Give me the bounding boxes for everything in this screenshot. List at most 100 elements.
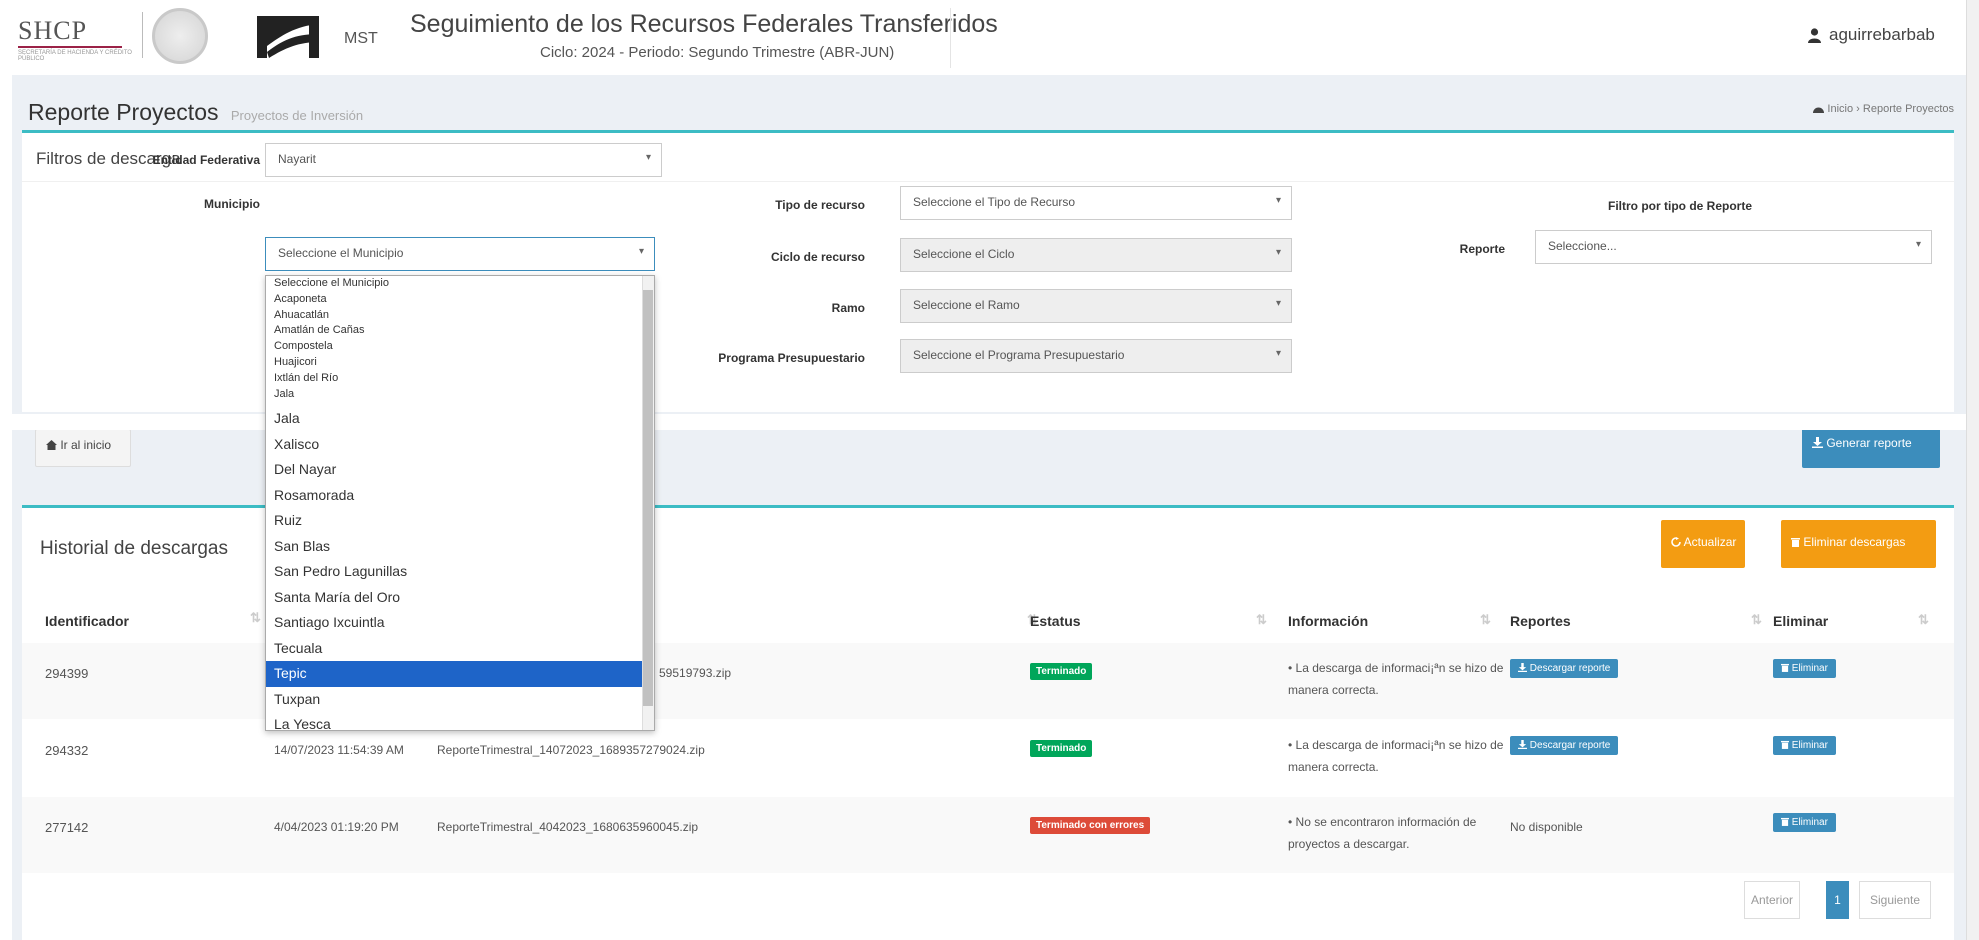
page-scrollbar[interactable] [1966, 0, 1979, 940]
column-header-reportes[interactable]: Reportes [1510, 613, 1571, 629]
cell-identificador: 277142 [45, 820, 89, 835]
top-header: SHCP SECRETARÍA DE HACIENDA Y CRÉDITO PÚ… [0, 0, 1979, 75]
municipio-option[interactable]: Ruiz [266, 508, 654, 534]
generate-report-button[interactable]: Generar reporte [1802, 428, 1940, 468]
user-icon [1808, 28, 1821, 43]
sort-icon[interactable]: ⇅ [1256, 612, 1267, 628]
home-icon [46, 440, 57, 450]
cell-informacion: • No se encontraron información de proye… [1288, 815, 1477, 851]
status-badge: Terminado [1030, 740, 1093, 757]
download-report-button[interactable]: Descargar reporte [1510, 736, 1619, 755]
cell-archivo: 59519793.zip [659, 666, 732, 680]
municipio-option[interactable]: Tuxpan [266, 687, 654, 713]
delete-row-button[interactable]: Eliminar [1773, 736, 1836, 755]
trash-icon [1791, 538, 1800, 547]
column-header-identificador[interactable]: Identificador [45, 613, 129, 629]
municipio-option[interactable]: Jala [266, 387, 654, 403]
pagination-next[interactable]: Siguiente [1859, 881, 1931, 919]
table-row: 277142 4/04/2023 01:19:20 PM ReporteTrimes… [22, 797, 1954, 873]
municipio-option[interactable]: Santiago Ixcuintla [266, 610, 654, 636]
municipio-option-selected[interactable]: Tepic [266, 661, 654, 687]
municipio-option[interactable]: Ixtlán del Río [266, 371, 654, 387]
municipio-dropdown-list[interactable]: Seleccione el Municipio Acaponeta Ahuacatl… [265, 275, 655, 731]
municipio-option[interactable]: Ahuacatlán [266, 308, 654, 324]
download-icon [1518, 663, 1527, 672]
municipio-option[interactable]: Rosamorada [266, 483, 654, 509]
programa-select[interactable]: Seleccione el Programa Presupuestario ▾ [900, 339, 1292, 373]
reporte-label: Reporte [1459, 242, 1505, 256]
table-row: 294332 14/07/2023 11:54:39 AM ReporteTrime… [22, 720, 1954, 796]
download-report-button[interactable]: Descargar reporte [1510, 659, 1619, 678]
tipo-recurso-select[interactable]: Seleccione el Tipo de Recurso ▾ [900, 186, 1292, 220]
dropdown-scrollbar[interactable] [642, 276, 654, 730]
municipio-option[interactable]: Xalisco [266, 432, 654, 458]
sort-icon[interactable]: ⇅ [250, 610, 261, 626]
cell-fecha: 4/04/2023 01:19:20 PM [274, 820, 399, 834]
ciclo-recurso-label: Ciclo de recurso [770, 250, 865, 264]
cell-identificador: 294332 [45, 743, 89, 758]
refresh-icon [1671, 537, 1681, 547]
ciclo-recurso-select[interactable]: Seleccione el Ciclo ▾ [900, 238, 1292, 272]
column-header-estatus[interactable]: Estatus [1030, 613, 1081, 629]
breadcrumb: Inicio › Reporte Proyectos [1813, 103, 1954, 115]
page-title: Reporte Proyectos [28, 99, 219, 125]
download-icon [1518, 740, 1527, 749]
chevron-down-icon: ▾ [1275, 298, 1281, 309]
pagination-page-1[interactable]: 1 [1826, 881, 1849, 919]
trash-icon [1781, 817, 1789, 826]
municipio-option[interactable]: Seleccione el Municipio [266, 276, 654, 292]
cell-informacion: • La descarga de informaci¡ªn se hizo de… [1288, 738, 1504, 774]
municipio-select[interactable]: Seleccione el Municipio ▾ [265, 237, 655, 271]
delete-row-button[interactable]: Eliminar [1773, 813, 1836, 832]
column-header-informacion[interactable]: Información [1288, 613, 1368, 629]
sort-icon[interactable]: ⇅ [1751, 612, 1762, 628]
home-button[interactable]: Ir al inicio [35, 429, 131, 467]
app-subtitle: Ciclo: 2024 - Periodo: Segundo Trimestre… [540, 44, 895, 61]
breadcrumb-home[interactable]: Inicio [1827, 103, 1853, 115]
user-menu[interactable]: aguirrebarbab [1808, 25, 1935, 45]
municipio-option[interactable]: Del Nayar [266, 457, 654, 483]
municipio-option[interactable]: San Blas [266, 534, 654, 560]
sort-icon[interactable]: ⇅ [1480, 612, 1491, 628]
municipio-option[interactable]: San Pedro Lagunillas [266, 559, 654, 585]
entidad-select[interactable]: Nayarit ▾ [265, 143, 662, 177]
cell-archivo: ReporteTrimestral_14072023_1689357279024… [437, 743, 705, 757]
municipio-label: Municipio [204, 197, 260, 211]
municipio-option[interactable]: Acaponeta [266, 292, 654, 308]
municipio-option[interactable]: Santa María del Oro [266, 585, 654, 611]
chevron-down-icon: ▾ [1275, 348, 1281, 359]
status-badge: Terminado [1030, 663, 1093, 680]
chevron-down-icon: ▾ [638, 246, 644, 257]
sort-icon[interactable]: ⇅ [1918, 612, 1929, 628]
shcp-logo: SHCP SECRETARÍA DE HACIENDA Y CRÉDITO PÚ… [18, 16, 132, 62]
programa-label: Programa Presupuestario [718, 351, 865, 365]
reporte-select[interactable]: Seleccione... ▾ [1535, 230, 1932, 264]
chevron-down-icon: ▾ [1275, 247, 1281, 258]
tipo-recurso-label: Tipo de recurso [775, 198, 865, 212]
ramo-select[interactable]: Seleccione el Ramo ▾ [900, 289, 1292, 323]
delete-downloads-button[interactable]: Eliminar descargas [1781, 520, 1936, 568]
refresh-button[interactable]: Actualizar [1661, 520, 1745, 568]
chevron-down-icon: ▾ [1915, 239, 1921, 250]
pagination-prev[interactable]: Anterior [1744, 881, 1800, 919]
page-subtitle: Proyectos de Inversión [230, 108, 364, 123]
national-seal-logo [152, 8, 208, 64]
municipio-option[interactable]: Compostela [266, 339, 654, 355]
municipio-option[interactable]: La Yesca [266, 712, 654, 730]
cell-identificador: 294399 [45, 666, 89, 681]
delete-row-button[interactable]: Eliminar [1773, 659, 1836, 678]
column-header-eliminar[interactable]: Eliminar [1773, 613, 1828, 629]
municipio-option[interactable]: Tecuala [266, 636, 654, 662]
municipio-option[interactable]: Huajicori [266, 355, 654, 371]
cell-fecha: 14/07/2023 11:54:39 AM [274, 743, 404, 757]
app-title: Seguimiento de los Recursos Federales Tr… [410, 10, 998, 38]
ramo-label: Ramo [831, 301, 865, 315]
cell-informacion: • La descarga de informaci¡ªn se hizo de… [1288, 661, 1504, 697]
chevron-down-icon: ▾ [645, 152, 651, 163]
breadcrumb-current: Reporte Proyectos [1862, 103, 1954, 115]
municipio-option[interactable]: Jala [266, 406, 654, 432]
mst-logo-icon [257, 16, 319, 58]
municipio-option[interactable]: Amatlán de Cañas [266, 323, 654, 339]
history-title: Historial de descargas [40, 538, 228, 559]
filtro-reporte-heading: Filtro por tipo de Reporte [1608, 199, 1752, 213]
